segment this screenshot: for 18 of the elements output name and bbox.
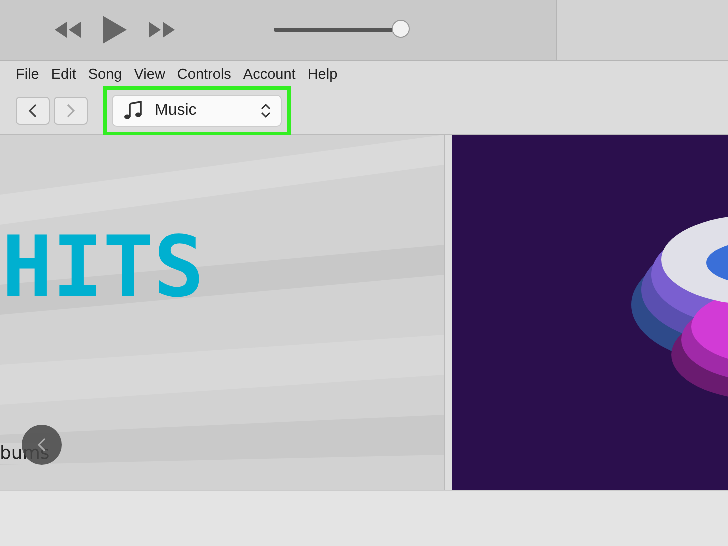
menu-item[interactable]: View [128,66,172,82]
rewind-icon[interactable] [53,20,83,40]
menu-item[interactable]: Song [82,66,128,82]
menu-item[interactable]: Controls [171,66,238,82]
volume-slider[interactable] [274,20,412,40]
menu-item[interactable]: Edit [45,66,82,82]
menu-item[interactable]: File [10,66,46,82]
play-icon[interactable] [101,14,129,46]
chevron-right-icon [66,103,76,119]
menu-item[interactable]: Account [237,66,302,82]
chevron-left-icon [28,103,38,119]
up-down-chevron-icon [261,103,271,119]
fast-forward-icon[interactable] [147,20,177,40]
music-note-icon [123,101,143,121]
back-button[interactable] [16,97,50,125]
banner-title: HITS [2,225,204,309]
library-dropdown[interactable]: Music [112,95,282,127]
menu-item[interactable]: Help [302,66,344,82]
